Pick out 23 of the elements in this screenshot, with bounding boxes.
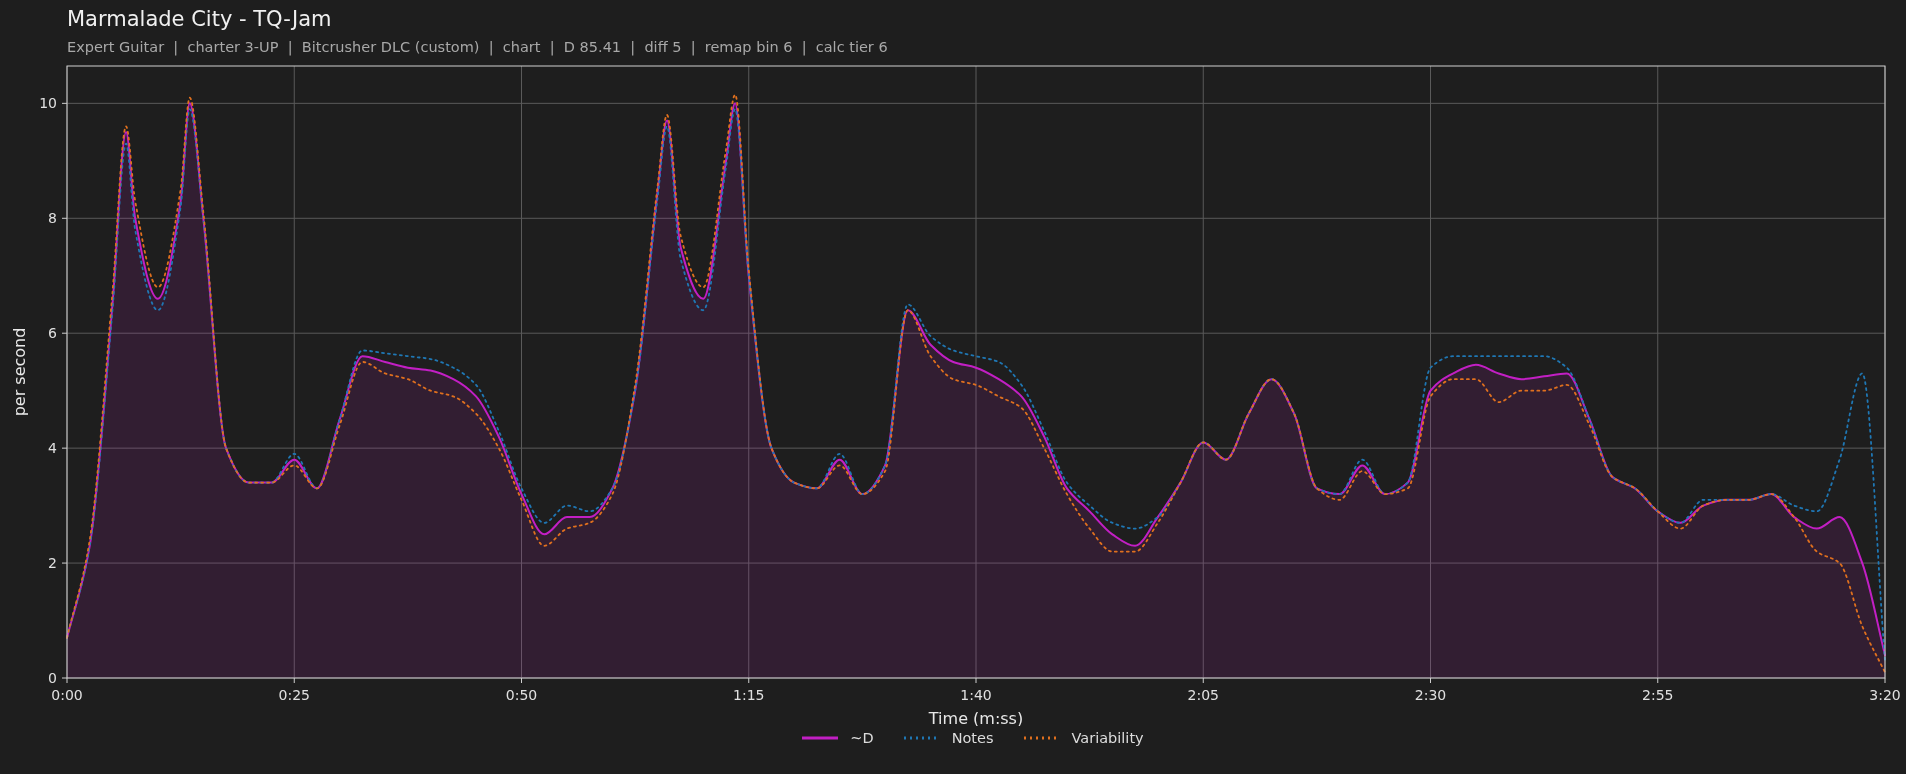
- y-tick-label: 0: [48, 670, 57, 686]
- legend-line-icon: [802, 736, 839, 740]
- x-tick-label: 0:50: [505, 687, 538, 703]
- legend-label: ~D: [850, 730, 874, 746]
- y-tick-label: 10: [39, 95, 57, 112]
- y-tick-label: 2: [48, 555, 57, 572]
- x-tick-label: 2:55: [1642, 687, 1674, 703]
- chart-title: Marmalade City - TQ-Jam: [67, 6, 332, 32]
- y-tick-label: 4: [48, 440, 57, 457]
- chart-subtitle: Expert Guitar | charter 3-UP | Bitcrusher DLC (custom) | chart | D 85.41 | diff 5 | remap bin 6 | calc tier 6: [67, 38, 888, 56]
- x-tick-label: 0:00: [51, 687, 83, 703]
- x-tick-label: 0:25: [278, 687, 310, 703]
- x-tick-label: 3:20: [1869, 687, 1901, 703]
- legend-label: Notes: [951, 730, 994, 746]
- y-tick-label: 8: [48, 210, 57, 227]
- x-axis-label: Time (m:ss): [928, 709, 1024, 726]
- legend-label: Variability: [1071, 730, 1144, 746]
- y-axis-label: per second: [10, 327, 29, 417]
- x-tick-label: 2:30: [1414, 687, 1447, 703]
- x-tick-label: 1:40: [960, 687, 992, 703]
- x-tick-label: 2:05: [1187, 687, 1219, 703]
- y-tick-label: 6: [48, 325, 57, 342]
- x-tick-label: 1:15: [733, 687, 765, 703]
